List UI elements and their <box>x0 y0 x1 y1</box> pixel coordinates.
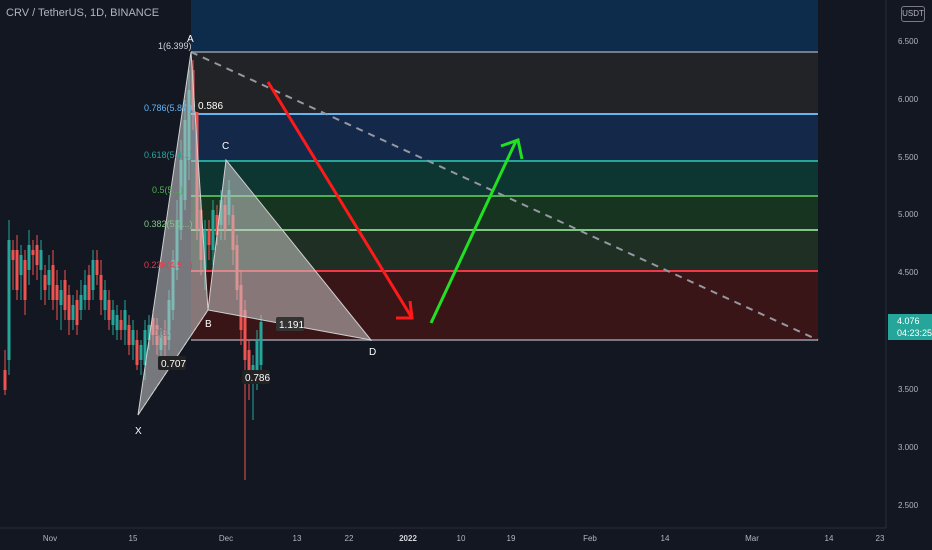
currency-unit-button[interactable]: USDT <box>901 6 925 22</box>
candle-body <box>139 345 143 360</box>
candle-body <box>39 250 43 270</box>
time-tick-label: 2022 <box>399 534 417 543</box>
ratio-xab-text: 0.586 <box>198 101 223 112</box>
point-c-label: C <box>222 141 229 152</box>
candle-body <box>31 250 35 255</box>
candle-body <box>211 210 215 250</box>
symbol-title: CRV / TetherUS, 1D, BINANCE <box>6 7 160 19</box>
candle-body <box>111 310 115 325</box>
candle-body <box>19 255 23 275</box>
price-tick-label: 6.000 <box>898 95 919 104</box>
fib-label-0236: 0.236(4.5...) <box>144 260 193 270</box>
price-tick-label: 4.500 <box>898 268 919 277</box>
price-tick-label: 2.500 <box>898 501 919 510</box>
candle-body <box>67 295 71 320</box>
candle-body <box>71 305 75 320</box>
point-a-label: A <box>187 34 194 45</box>
time-tick-label: Mar <box>745 534 759 543</box>
fib-label-0382: 0.382(5.0...) <box>144 219 193 229</box>
candle-body <box>119 320 123 330</box>
candle-body <box>207 230 211 245</box>
candle-body <box>35 245 39 265</box>
candle-body <box>75 300 79 325</box>
time-tick-label: 22 <box>345 534 354 543</box>
fib-zone-top <box>191 0 818 52</box>
ratio-abc-text: 0.707 <box>161 359 186 370</box>
time-tick-label: Dec <box>219 534 233 543</box>
candle-body <box>79 295 83 310</box>
time-tick-label: 14 <box>825 534 834 543</box>
candle-body <box>95 260 99 275</box>
chart-stage: 1(6.399) 0.786(5.870) 0.618(5.4...) 0.5(… <box>0 0 932 550</box>
candle-body <box>63 280 67 310</box>
price-chart[interactable]: 1(6.399) 0.786(5.870) 0.618(5.4...) 0.5(… <box>0 0 932 550</box>
time-tick-label: Nov <box>43 534 57 543</box>
price-tick-label: 3.500 <box>898 385 919 394</box>
candle-body <box>59 290 63 305</box>
candle-body <box>7 240 11 360</box>
candle-body <box>23 260 27 300</box>
ratio-bcd-text: 1.191 <box>279 320 304 331</box>
ratio-xad-text: 0.786 <box>245 373 270 384</box>
fib-zone-1 <box>191 52 818 114</box>
candle-body <box>259 322 263 365</box>
point-d-label: D <box>369 347 376 358</box>
fib-label-0: 0(3.9...) <box>154 328 185 338</box>
fib-label-0786: 0.786(5.870) <box>144 103 195 113</box>
fib-label-0618: 0.618(5.4...) <box>144 150 193 160</box>
point-b-label: B <box>205 319 212 330</box>
candle-body <box>3 370 7 390</box>
last-price-tag: 4.076 04:23:25 <box>888 314 932 340</box>
candle-body <box>107 300 111 320</box>
candle-body <box>11 250 15 260</box>
last-price-value: 4.076 <box>897 316 920 326</box>
price-tick-label: 5.000 <box>898 210 919 219</box>
candle-body <box>115 315 119 330</box>
fib-label-05: 0.5(5...) <box>152 185 183 195</box>
candle-body <box>15 250 19 290</box>
candle-body <box>83 285 87 300</box>
bar-countdown: 04:23:25 <box>897 328 932 338</box>
candle-body <box>123 310 127 330</box>
candle-body <box>103 290 107 310</box>
candle-body <box>99 275 103 300</box>
point-x-label: X <box>135 426 142 437</box>
time-tick-label: 23 <box>876 534 885 543</box>
candle-body <box>47 270 51 285</box>
candle-body <box>43 275 47 290</box>
candle-body <box>127 325 131 345</box>
time-tick-label: 15 <box>129 534 138 543</box>
price-tick-label: 3.000 <box>898 443 919 452</box>
fib-zone-4 <box>191 196 818 230</box>
time-tick-label: Feb <box>583 534 597 543</box>
candle-body <box>27 245 31 270</box>
price-tick-label: 6.500 <box>898 37 919 46</box>
time-tick-label: 19 <box>507 534 516 543</box>
candle-body <box>255 340 259 370</box>
candle-body <box>87 275 91 300</box>
candle-body <box>91 260 95 290</box>
price-tick-label: 5.500 <box>898 153 919 162</box>
fib-zone-2 <box>191 114 818 161</box>
candle-body <box>135 340 139 365</box>
candle-body <box>51 265 55 300</box>
time-tick-label: 10 <box>457 534 466 543</box>
time-tick-label: 14 <box>661 534 670 543</box>
candle-body <box>131 330 135 345</box>
time-tick-label: 13 <box>293 534 302 543</box>
candle-body <box>55 285 59 300</box>
